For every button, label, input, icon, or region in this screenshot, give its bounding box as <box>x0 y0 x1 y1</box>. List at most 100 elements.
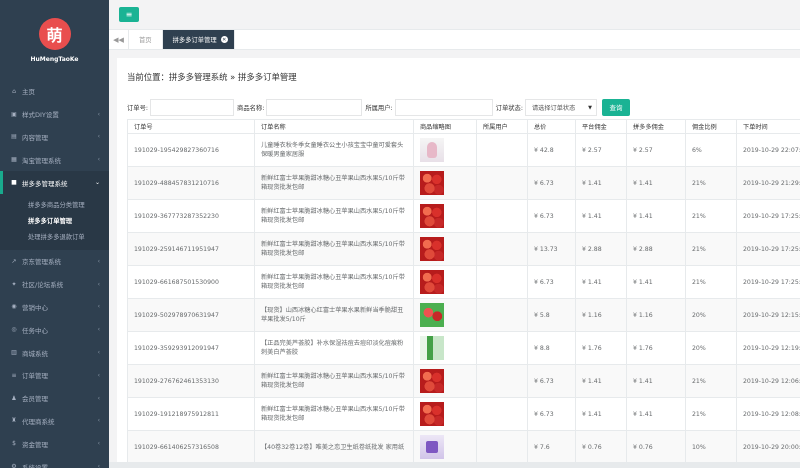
logo-area: 萌 HuMengTaoKe <box>0 0 109 80</box>
sidebar-item-members[interactable]: ♟ 会员管理 ‹ <box>0 387 109 410</box>
store-icon: ▦ <box>11 156 17 164</box>
chevron-left-icon: ‹ <box>97 440 100 448</box>
dollar-icon: $ <box>12 440 16 448</box>
cell-total: ¥ 8.8 <box>527 331 576 365</box>
submenu-item-pdd-orders[interactable]: 拼多多订单管理 <box>0 213 109 229</box>
chevron-left-icon: ‹ <box>97 463 100 468</box>
sidebar-item-home[interactable]: ⌂ 主页 <box>0 80 109 103</box>
sidebar-item-label: 样式DIY设置 <box>22 111 59 120</box>
chevron-left-icon: ‹ <box>97 156 100 164</box>
cell-order-time: 2019-10-29 12:19:05 <box>736 331 800 365</box>
table-row[interactable]: 191029-191218975912811 新鲜红富士苹果脆甜冰糖心丑苹果山西水… <box>127 397 800 431</box>
sidebar-item-task[interactable]: ◎ 任务中心 ‹ <box>0 318 109 341</box>
search-button[interactable]: 查询 <box>601 98 630 116</box>
chevron-left-icon: ‹ <box>97 417 100 425</box>
table-row[interactable]: 191029-195429827360716 儿童睡衣秋冬季女童睡衣公主小孩宝宝中… <box>127 133 800 167</box>
filter-bar: 订单号: 商品名称: 所属用户: 订单状态: 请选择订单状态 ▼ 查询 <box>127 98 630 116</box>
product-thumbnail[interactable] <box>420 303 444 327</box>
close-icon[interactable]: ✕ <box>220 36 228 43</box>
cell-pdd-commission: ¥ 1.41 <box>626 166 686 200</box>
cell-order-no: 191029-259146711951947 <box>127 232 255 266</box>
brush-icon: ▣ <box>11 110 17 118</box>
submenu-item-pdd-category[interactable]: 拼多多商品分类管理 <box>0 197 109 213</box>
product-thumbnail[interactable] <box>420 204 444 228</box>
order-no-input[interactable] <box>150 98 235 116</box>
cell-commission-ratio: 21% <box>685 199 737 233</box>
product-thumbnail[interactable] <box>420 171 444 195</box>
product-thumbnail[interactable] <box>420 336 444 360</box>
cell-commission-ratio: 20% <box>685 298 737 332</box>
cell-commission-ratio: 6% <box>685 133 737 167</box>
sidebar-item-settings[interactable]: ⚙ 系统设置 ‹ <box>0 455 109 468</box>
table-row[interactable]: 191029-367773287352230 新鲜红富士苹果脆甜冰糖心丑苹果山西水… <box>127 199 800 233</box>
cell-platform-commission: ¥ 1.76 <box>575 331 627 365</box>
table-row[interactable]: 191029-276762461353130 新鲜红富士苹果脆甜冰糖心丑苹果山西水… <box>127 364 800 398</box>
product-thumbnail[interactable] <box>420 138 444 162</box>
sidebar-item-taobao[interactable]: ▦ 淘宝管理系统 ‹ <box>0 148 109 171</box>
product-name-label: 商品名称: <box>237 104 265 112</box>
forum-icon: ✦ <box>11 280 17 288</box>
sidebar-item-community[interactable]: ✦ 社区/论坛系统 ‹ <box>0 273 109 296</box>
sidebar-item-mall[interactable]: ▥ 商城系统 ‹ <box>0 341 109 364</box>
logo[interactable]: 萌 <box>38 18 71 50</box>
product-thumbnail[interactable] <box>420 270 444 294</box>
table-row[interactable]: 191029-661687501530900 新鲜红富士苹果脆甜冰糖心丑苹果山西水… <box>127 265 800 299</box>
double-left-arrow-icon: ◀◀ <box>113 35 124 44</box>
cell-platform-commission: ¥ 2.88 <box>575 232 627 266</box>
logo-name: HuMengTaoKe <box>30 56 79 63</box>
cell-order-time: 2019-10-29 21:29:49 <box>736 166 800 200</box>
bottom-scrollbar[interactable] <box>109 462 800 468</box>
table-row[interactable]: 191029-502978970631947 【现货】山西冰糖心红富士苹果水果新鲜… <box>127 298 800 332</box>
submenu-item-pdd-refunds[interactable]: 处理拼多多退款订单 <box>0 229 109 245</box>
cell-pdd-commission: ¥ 1.41 <box>626 199 686 233</box>
user-input[interactable] <box>394 98 493 116</box>
chevron-down-icon: ⌄ <box>94 179 100 187</box>
cell-order-time: 2019-10-29 12:08:09 <box>736 397 800 431</box>
sidebar-item-funds[interactable]: $ 资金管理 ‹ <box>0 432 109 455</box>
cell-commission-ratio: 21% <box>685 232 737 266</box>
cell-user <box>476 397 528 431</box>
table-header-row: 订单号 订单名称 商品缩略图 所属用户 总价 平台佣金 拼多多佣金 佣金比例 下单时间 <box>127 119 800 134</box>
product-thumbnail[interactable] <box>420 369 444 393</box>
sidebar-item-style-diy[interactable]: ▣ 样式DIY设置 ‹ <box>0 103 109 126</box>
column-header-commission-ratio: 佣金比例 <box>685 119 737 134</box>
sidebar-item-label: 会员管理 <box>22 395 48 404</box>
cell-user <box>476 166 528 200</box>
menu-toggle-button[interactable]: ≡ <box>119 7 139 22</box>
mall-icon: ▥ <box>11 349 17 357</box>
tab-home[interactable]: 首页 <box>129 30 163 49</box>
sidebar-item-content[interactable]: ▤ 内容管理 ‹ <box>0 126 109 149</box>
cell-pdd-commission: ¥ 1.41 <box>626 397 686 431</box>
cell-total: ¥ 5.8 <box>527 298 576 332</box>
sidebar-item-orders[interactable]: ≡ 订单管理 ‹ <box>0 364 109 387</box>
sidebar-item-jd[interactable]: ↗ 京东管理系统 ‹ <box>0 250 109 273</box>
sidebar-item-pdd[interactable]: ■ 拼多多管理系统 ⌄ <box>0 171 109 194</box>
cell-order-no: 191029-661687501530900 <box>127 265 255 299</box>
table-row[interactable]: 191029-488457831210716 新鲜红富士苹果脆甜冰糖心丑苹果山西水… <box>127 166 800 200</box>
product-name-input[interactable] <box>266 98 363 116</box>
status-select[interactable]: 请选择订单状态 ▼ <box>524 98 597 116</box>
chevron-left-icon: ‹ <box>97 110 100 118</box>
chevron-left-icon: ‹ <box>97 133 100 141</box>
tab-pdd-orders-label: 拼多多订单管理 <box>172 37 217 44</box>
cell-thumbnail <box>413 331 477 365</box>
product-thumbnail[interactable] <box>420 435 444 459</box>
list-icon: ≡ <box>11 371 17 379</box>
table-row[interactable]: 191029-259146711951947 新鲜红富士苹果脆甜冰糖心丑苹果山西水… <box>127 232 800 266</box>
sidebar-item-agents[interactable]: ♜ 代理商系统 ‹ <box>0 410 109 433</box>
chevron-left-icon: ‹ <box>97 394 100 402</box>
sidebar-item-label: 任务中心 <box>22 326 48 335</box>
cell-order-name: 新鲜红富士苹果脆甜冰糖心丑苹果山西水果5/10斤带箱现货批发包邮 <box>254 364 414 398</box>
cell-order-name: 【40卷32卷12卷】唯美之恋卫生纸卷纸批发 家用纸 <box>254 430 414 464</box>
tabs-back-button[interactable]: ◀◀ <box>109 30 129 49</box>
cell-order-time: 2019-10-29 17:25:14 <box>736 265 800 299</box>
order-no-label: 订单号: <box>127 104 149 112</box>
sidebar-item-marketing[interactable]: ◉ 营销中心 ‹ <box>0 296 109 319</box>
table-row[interactable]: 191029-359293912091947 【正品完美芦荟胶】补水保湿祛痘去痘印… <box>127 331 800 365</box>
cell-thumbnail <box>413 133 477 167</box>
product-thumbnail[interactable] <box>420 237 444 261</box>
table-row[interactable]: 191029-661406257316508 【40卷32卷12卷】唯美之恋卫生纸… <box>127 430 800 464</box>
topbar: ≡ <box>109 0 800 30</box>
tab-pdd-orders[interactable]: 拼多多订单管理 ✕ <box>162 30 235 49</box>
product-thumbnail[interactable] <box>420 402 444 426</box>
